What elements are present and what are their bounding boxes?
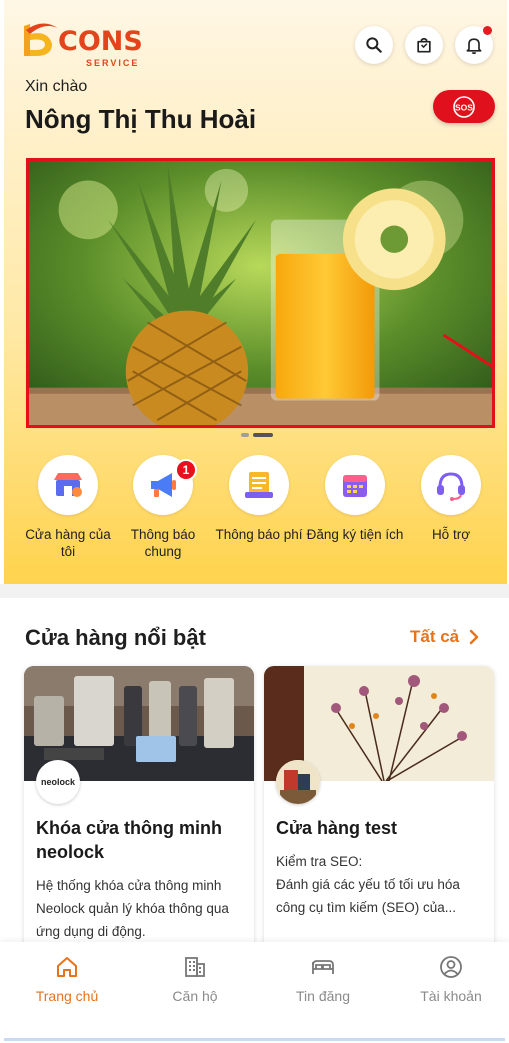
- search-button[interactable]: [355, 26, 393, 64]
- notification-dot: [483, 26, 492, 35]
- shortcut-fee-notice[interactable]: Thông báo phí: [209, 455, 309, 543]
- store-avatar-test: [276, 760, 320, 804]
- shortcut-icon-wrap: 1: [133, 455, 197, 515]
- shortcut-icon-wrap: [229, 455, 289, 515]
- bed-icon: [312, 960, 334, 974]
- brand-name: CONS: [58, 26, 143, 57]
- tab-listings[interactable]: Tin đăng: [268, 954, 378, 1004]
- app-screen: CONS SERVICE Xin chào Nông Thị Thu Hoài …: [0, 0, 509, 1043]
- shortcut-icon-wrap: [421, 455, 481, 515]
- shopping-bag-icon: [417, 37, 431, 53]
- shortcut-label: Thông báo chung: [130, 527, 196, 559]
- shortcut-my-store[interactable]: Cửa hàng của tôi: [18, 455, 118, 560]
- account-icon: [440, 956, 462, 978]
- pager-dot[interactable]: [241, 433, 249, 437]
- shortcut-register-utility[interactable]: Đăng ký tiện ích: [305, 455, 405, 543]
- featured-stores-title: Cửa hàng nổi bật: [25, 625, 206, 650]
- shortcut-general-notice[interactable]: 1 Thông báo chung: [113, 455, 213, 560]
- store-name: Khóa cửa thông minh neolock: [36, 818, 223, 862]
- shortcut-label: Cửa hàng của tôi: [25, 527, 111, 559]
- home-indicator: [4, 1038, 505, 1041]
- fee-notice-icon: [245, 472, 273, 498]
- avatar-text: neolock: [40, 777, 75, 787]
- svg-text:SOS: SOS: [455, 102, 473, 112]
- building-icon: [185, 957, 205, 977]
- sos-icon: SOS: [453, 95, 475, 118]
- bell-icon: [466, 38, 482, 55]
- bottom-tab-bar: Trang chủ Căn hộ Tin đăng Tài khoản: [0, 942, 509, 1043]
- chevron-right-icon: [469, 629, 479, 645]
- store-description-heading: Kiểm tra SEO:: [276, 854, 363, 869]
- shortcut-label: Hỗ trợ: [431, 527, 471, 542]
- shortcut-row: Cửa hàng của tôi 1 Thông báo chung Thông…: [0, 455, 509, 575]
- calendar-icon: [343, 475, 367, 497]
- cons-service-logo: CONS SERVICE: [22, 18, 143, 70]
- see-all-link[interactable]: Tất cả: [410, 627, 479, 647]
- promo-banner[interactable]: [26, 158, 495, 428]
- banner-image: [29, 161, 492, 425]
- notifications-button[interactable]: [455, 26, 493, 64]
- shortcut-icon-wrap: [38, 455, 98, 515]
- tab-label: Căn hộ: [172, 988, 218, 1004]
- search-icon: [366, 37, 382, 53]
- notification-badge: 1: [175, 459, 197, 481]
- store-name: Cửa hàng test: [276, 818, 398, 838]
- user-name: Nông Thị Thu Hoài: [25, 104, 257, 134]
- store-avatar-neolock: neolock: [36, 760, 80, 804]
- tab-label: Tài khoản: [420, 988, 482, 1004]
- tab-home[interactable]: Trang chủ: [12, 954, 122, 1004]
- pager-dot-active[interactable]: [253, 433, 273, 437]
- store-card-test[interactable]: Cửa hàng test Kiểm tra SEO: Đánh giá các…: [264, 666, 494, 956]
- banner-pager: [241, 433, 273, 437]
- tab-apartments[interactable]: Căn hộ: [140, 954, 250, 1004]
- store-description: Hệ thống khóa cửa thông minh Neolock quả…: [36, 878, 229, 939]
- shortcut-label: Thông báo phí: [215, 527, 303, 542]
- store-icon: [54, 473, 82, 497]
- tab-account[interactable]: Tài khoản: [396, 954, 506, 1004]
- shortcut-label: Đăng ký tiện ích: [306, 527, 404, 542]
- shopping-bag-button[interactable]: [405, 26, 443, 64]
- shortcut-icon-wrap: [325, 455, 385, 515]
- home-icon: [57, 957, 77, 977]
- tab-label: Trang chủ: [35, 988, 99, 1004]
- section-divider: [0, 584, 509, 598]
- store-description: Đánh giá các yếu tố tối ưu hóa công cụ t…: [276, 877, 460, 915]
- greeting-text: Xin chào: [25, 78, 88, 95]
- store-card-neolock[interactable]: neolock Khóa cửa thông minh neolock Hệ t…: [24, 666, 254, 956]
- logo-mark-icon: [24, 23, 58, 56]
- brand-subtitle: SERVICE: [86, 58, 140, 68]
- sos-button[interactable]: SOS: [433, 90, 495, 123]
- shortcut-support[interactable]: Hỗ trợ: [401, 455, 501, 543]
- tab-label: Tin đăng: [296, 988, 350, 1004]
- see-all-label: Tất cả: [410, 627, 460, 646]
- headset-icon: [437, 472, 465, 501]
